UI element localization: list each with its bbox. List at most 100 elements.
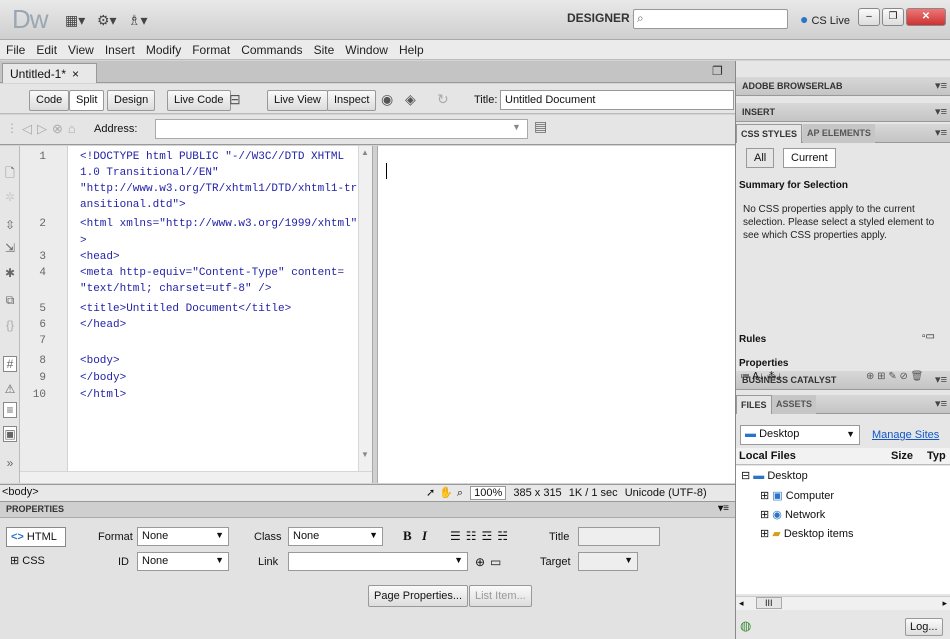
panel-menu-icon[interactable]: ▾≡ (935, 397, 947, 410)
list-indent-icons[interactable]: ☰☷☲☵ (450, 529, 513, 543)
address-input[interactable] (155, 119, 528, 139)
scroll-down-icon[interactable]: ▼ (361, 450, 369, 459)
code-horizontal-scrollbar[interactable] (20, 471, 372, 483)
more-tools-icon[interactable]: » (3, 456, 17, 470)
tab-files[interactable]: FILES (736, 395, 772, 414)
code-line[interactable]: <html xmlns="http://www.w3.org/1999/xhtm… (80, 218, 357, 230)
close-window-button[interactable]: ✕ (906, 8, 946, 26)
list-item-button[interactable]: List Item... (469, 585, 532, 607)
code-line[interactable]: <head> (80, 251, 120, 263)
show-code-navigator-icon[interactable]: ✲ (3, 190, 17, 204)
log-button[interactable]: Log... (905, 618, 943, 636)
menu-file[interactable]: File (0, 40, 30, 57)
code-line[interactable]: <meta http-equiv="Content-Type" content= (80, 267, 344, 279)
balance-braces-icon[interactable]: {} (3, 318, 17, 332)
visual-aids-icon[interactable]: ◈ (405, 91, 416, 108)
rules-header[interactable]: Rules (739, 334, 766, 345)
code-line[interactable]: "http://www.w3.org/TR/xhtml1/DTD/xhtml1-… (80, 183, 357, 195)
insert-panel-header[interactable]: INSERT ▾≡ (736, 103, 950, 122)
hand-tool-icon[interactable]: ✋ (439, 487, 453, 499)
code-view-button[interactable]: Code (29, 90, 70, 111)
tab-css-styles[interactable]: CSS STYLES (736, 124, 803, 143)
expand-icon[interactable]: ⊞ (760, 490, 769, 502)
class-select[interactable]: None ▼ (288, 527, 383, 546)
maximize-button[interactable]: ❐ (882, 8, 904, 26)
tab-ap-elements[interactable]: AP ELEMENTS (803, 124, 875, 143)
view-mode-icons[interactable]: ▫▭ (922, 331, 935, 342)
scroll-right-icon[interactable]: ▸ (942, 598, 947, 609)
panel-menu-icon[interactable]: ▾≡ (935, 105, 947, 118)
select-parent-tag-icon[interactable]: ⧉ (3, 293, 17, 308)
menu-view[interactable]: View (62, 40, 99, 57)
files-horizontal-scrollbar[interactable]: ◂ III ▸ (736, 596, 950, 610)
expand-all-icon[interactable]: ✱ (3, 266, 17, 280)
cs-live-button[interactable]: ● CS Live (800, 11, 850, 27)
zoom-tool-icon[interactable]: ⌕ (457, 487, 463, 499)
layout-icon[interactable]: ▦▾ (65, 12, 85, 29)
panel-menu-icon[interactable]: ▾≡ (935, 126, 947, 139)
target-select[interactable]: ▼ (578, 552, 638, 571)
select-tool-icon[interactable]: ➚ (426, 487, 435, 499)
document-title-input[interactable]: Untitled Document (500, 90, 734, 110)
panel-menu-icon[interactable]: ▾≡ (935, 373, 947, 386)
restore-document-icon[interactable]: ❐ (712, 64, 723, 78)
syntax-coloring-icon[interactable]: ▣ (3, 426, 17, 442)
italic-button[interactable]: I (422, 528, 427, 544)
window-size[interactable]: 385 x 315 (513, 487, 561, 499)
manage-sites-link[interactable]: Manage Sites (872, 429, 939, 441)
zoom-select[interactable]: 100% (470, 486, 507, 500)
css-mode-button[interactable]: ⊞ CSS (6, 551, 66, 571)
collapse-full-tag-icon[interactable]: ⇳ (3, 218, 17, 232)
site-select[interactable]: ▬ Desktop ▼ (740, 425, 860, 445)
code-line[interactable]: <!DOCTYPE html PUBLIC "-//W3C//DTD XHTML (80, 151, 344, 163)
properties-header[interactable]: PROPERTIES ▾≡ (0, 502, 735, 518)
navigation-icons[interactable]: ◁▷⊗⌂ (22, 121, 81, 137)
property-action-icons[interactable]: ⊕ ⊞ ✎ ⊘ 🗑 (866, 371, 923, 382)
local-files-column[interactable]: Local Files (739, 450, 796, 462)
code-line[interactable]: </head> (80, 319, 126, 331)
type-column[interactable]: Typ (927, 450, 946, 462)
code-line[interactable]: </body> (80, 372, 126, 384)
html-mode-button[interactable]: <> HTML (6, 527, 66, 547)
close-tab-icon[interactable]: × (72, 67, 79, 81)
menu-help[interactable]: Help (393, 40, 429, 57)
expand-icon[interactable]: ⊞ (760, 509, 769, 521)
id-select[interactable]: None ▼ (137, 552, 229, 571)
split-view-button[interactable]: Split (69, 90, 105, 111)
menu-modify[interactable]: Modify (140, 40, 186, 57)
help-search-input[interactable]: ⌕ (633, 9, 788, 29)
minimize-button[interactable]: – (858, 8, 880, 26)
menu-insert[interactable]: Insert (99, 40, 140, 57)
bold-button[interactable]: B (403, 528, 412, 544)
property-view-icons[interactable]: ≔ A↓ ⁂↓ (740, 371, 782, 382)
collapse-icon[interactable]: ⊟ (741, 470, 750, 482)
format-select[interactable]: None ▼ (137, 527, 229, 546)
extend-icon[interactable]: ⚙▾ (97, 12, 117, 29)
all-button[interactable]: All (746, 148, 775, 168)
design-view[interactable] (378, 146, 735, 483)
panel-menu-icon[interactable]: ▾≡ (935, 79, 947, 92)
title-attr-input[interactable] (578, 527, 660, 546)
tab-assets[interactable]: ASSETS (772, 395, 817, 414)
properties-section-header[interactable]: Properties (739, 358, 788, 369)
word-wrap-icon[interactable]: ≡ (3, 402, 17, 418)
menu-window[interactable]: Window (339, 40, 393, 57)
scroll-up-icon[interactable]: ▲ (361, 148, 369, 157)
tree-item-desktop[interactable]: ⊟ ▬ Desktop (741, 469, 808, 482)
menu-edit[interactable]: Edit (30, 40, 62, 57)
collapse-selection-icon[interactable]: ⇲ (3, 241, 17, 255)
line-numbers-icon[interactable]: # (3, 356, 17, 372)
browser-preview-icon[interactable]: ◉ (381, 91, 393, 108)
tree-item-desktop-items[interactable]: ⊞ ▰ Desktop items (760, 527, 854, 540)
code-line[interactable]: 1.0 Transitional//EN" (80, 167, 219, 179)
code-line[interactable]: ansitional.dtd"> (80, 199, 186, 211)
code-line[interactable]: "text/html; charset=utf-8" /> (80, 283, 271, 295)
tree-item-computer[interactable]: ⊞ ▣ Computer (760, 489, 834, 502)
code-line[interactable]: <body> (80, 355, 120, 367)
workspace-switcher[interactable]: DESIGNER ▾ (567, 11, 639, 25)
expand-icon[interactable]: ⊞ (760, 528, 769, 540)
inspect-button[interactable]: Inspect (327, 90, 377, 111)
menu-format[interactable]: Format (186, 40, 235, 57)
code-line[interactable]: <title>Untitled Document</title> (80, 303, 291, 315)
browse-folder-icon[interactable]: ▭ (490, 555, 501, 569)
